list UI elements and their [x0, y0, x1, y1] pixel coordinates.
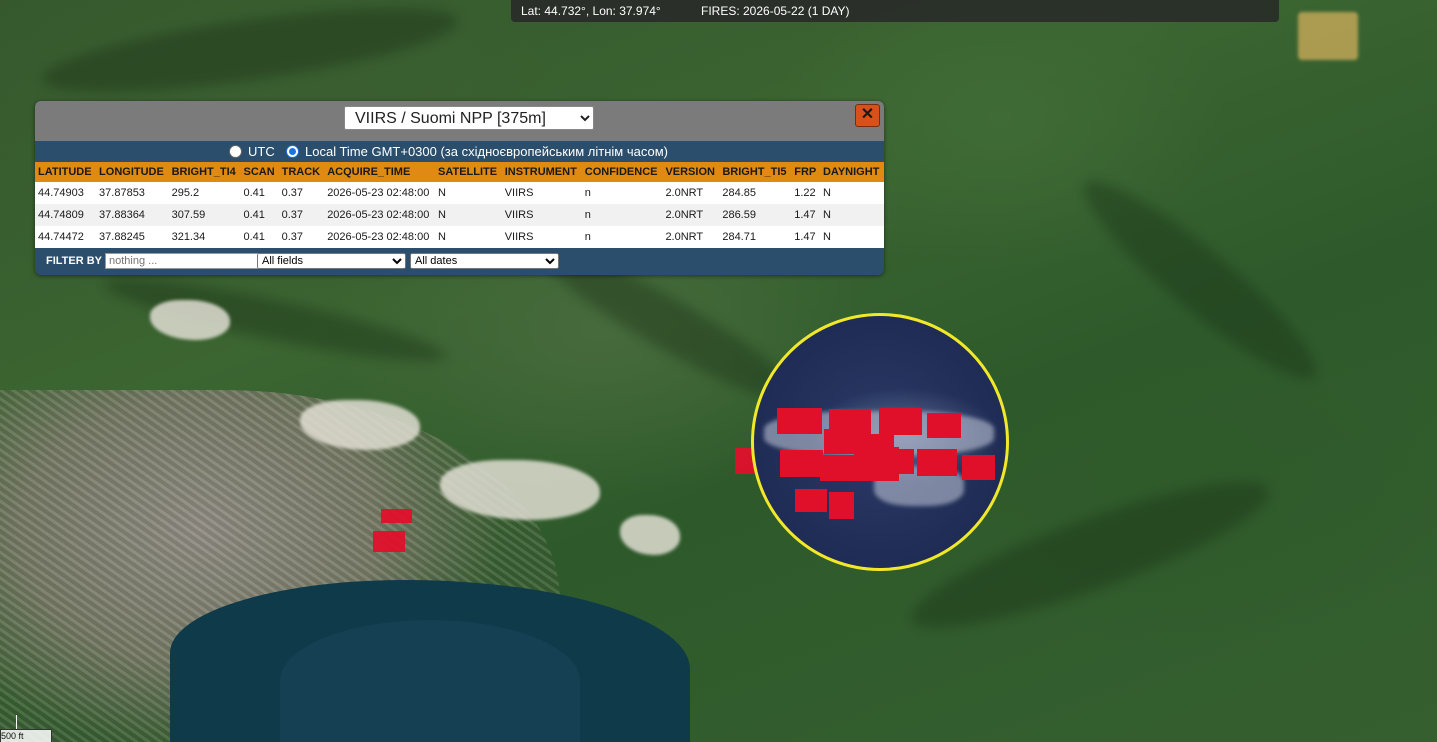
scale-tick	[16, 715, 17, 729]
column-header[interactable]: BRIGHT_TI5	[719, 162, 792, 182]
fire-detection[interactable]	[854, 447, 899, 481]
column-header[interactable]: ACQUIRE_TIME	[324, 162, 436, 182]
table-cell: 0.41	[240, 226, 279, 248]
fire-detection[interactable]	[894, 449, 914, 474]
table-row[interactable]: 44.74809 37.88364 307.59 0.41 0.37 2026-…	[35, 204, 884, 226]
magnifier-lens	[751, 313, 1009, 571]
column-header[interactable]: CONFIDENCE	[581, 162, 663, 182]
table-cell: 286.59	[719, 204, 792, 226]
table-cell: 44.74903	[35, 182, 97, 204]
table-cell: 307.59	[168, 204, 241, 226]
fire-detection[interactable]	[820, 455, 858, 481]
table-cell: N	[819, 226, 884, 248]
table-cell: n	[581, 182, 663, 204]
fire-detection[interactable]	[373, 531, 405, 552]
table-cell: N	[435, 204, 502, 226]
table-cell: VIIRS	[501, 204, 582, 226]
table-cell: 37.87853	[96, 182, 169, 204]
timezone-selector: UTC Local Time GMT+0300 (за східноєвропе…	[35, 142, 884, 162]
fire-info-panel: VIIRS / Suomi NPP [375m] ✕ UTC Local Tim…	[35, 101, 884, 275]
column-header[interactable]: SCAN	[240, 162, 279, 182]
quarry-area	[620, 515, 680, 555]
table-cell: N	[819, 182, 884, 204]
fires-date-label: FIRES: 2026-05-22 (1 DAY)	[701, 4, 850, 18]
table-cell: 44.74472	[35, 226, 97, 248]
table-cell: 2026-05-23 02:48:00	[324, 182, 436, 204]
table-cell: 2.0NRT	[662, 182, 720, 204]
panel-header: VIIRS / Suomi NPP [375m] ✕	[35, 101, 884, 141]
table-cell: 1.47	[791, 204, 820, 226]
column-header[interactable]: LATITUDE	[35, 162, 97, 182]
fire-detection[interactable]	[780, 450, 823, 477]
bay-water	[280, 620, 580, 742]
table-cell: N	[819, 204, 884, 226]
quarry-area	[150, 300, 230, 340]
fire-detection[interactable]	[829, 492, 854, 519]
fire-detection[interactable]	[917, 449, 957, 476]
quarry-area	[1298, 12, 1358, 60]
table-cell: 0.37	[278, 182, 325, 204]
table-cell: 37.88245	[96, 226, 169, 248]
table-cell: 37.88364	[96, 204, 169, 226]
table-cell: 295.2	[168, 182, 241, 204]
table-cell: 1.47	[791, 226, 820, 248]
column-header[interactable]: TRACK	[278, 162, 325, 182]
source-dropdown[interactable]: VIIRS / Suomi NPP [375m]	[344, 106, 594, 130]
table-cell: VIIRS	[501, 226, 582, 248]
table-cell: 284.71	[719, 226, 792, 248]
terrain-shadow	[37, 0, 463, 109]
table-cell: 0.41	[240, 204, 279, 226]
table-header-row: LATITUDE LONGITUDE BRIGHT_TI4 SCAN TRACK…	[35, 162, 884, 182]
terrain-shadow	[1065, 160, 1335, 400]
table-cell: 2.0NRT	[662, 204, 720, 226]
column-header[interactable]: INSTRUMENT	[501, 162, 582, 182]
scale-label: 500 ft	[1, 731, 24, 741]
field-filter-dropdown[interactable]: All fields	[257, 253, 406, 269]
fire-detection[interactable]	[879, 408, 922, 435]
table-cell: 0.37	[278, 204, 325, 226]
table-cell: 2026-05-23 02:48:00	[324, 226, 436, 248]
table-cell: 321.34	[168, 226, 241, 248]
filter-input[interactable]	[105, 253, 259, 269]
column-header[interactable]: FRP	[791, 162, 820, 182]
table-cell: 2.0NRT	[662, 226, 720, 248]
table-cell: 44.74809	[35, 204, 97, 226]
column-header[interactable]: VERSION	[662, 162, 720, 182]
fire-detection[interactable]	[795, 489, 827, 512]
table-cell: 2026-05-23 02:48:00	[324, 204, 436, 226]
date-filter-dropdown[interactable]: All dates	[410, 253, 559, 269]
filter-label: FILTER BY	[46, 255, 103, 267]
tz-utc-radio[interactable]	[229, 145, 242, 158]
coordinate-bar: Lat: 44.732°, Lon: 37.974° FIRES: 2026-0…	[511, 0, 1279, 22]
table-cell: VIIRS	[501, 182, 582, 204]
table-cell: N	[435, 226, 502, 248]
fire-detection[interactable]	[777, 408, 822, 434]
column-header[interactable]: LONGITUDE	[96, 162, 169, 182]
table-cell: n	[581, 204, 663, 226]
scale-bar: 500 ft	[0, 729, 52, 742]
table-cell: N	[435, 182, 502, 204]
close-button[interactable]: ✕	[855, 104, 880, 127]
table-cell: 0.37	[278, 226, 325, 248]
cursor-coordinates: Lat: 44.732°, Lon: 37.974°	[521, 4, 661, 18]
filter-bar: FILTER BY All fields All dates	[35, 249, 884, 275]
table-row[interactable]: 44.74472 37.88245 321.34 0.41 0.37 2026-…	[35, 226, 884, 248]
tz-utc-label: UTC	[248, 144, 275, 159]
table-cell: 0.41	[240, 182, 279, 204]
table-cell: 284.85	[719, 182, 792, 204]
table-cell: n	[581, 226, 663, 248]
column-header[interactable]: BRIGHT_TI4	[168, 162, 241, 182]
column-header[interactable]: DAYNIGHT	[819, 162, 884, 182]
tz-local-radio[interactable]	[286, 145, 299, 158]
table-cell: 1.22	[791, 182, 820, 204]
fire-detection[interactable]	[962, 455, 995, 480]
table-row[interactable]: 44.74903 37.87853 295.2 0.41 0.37 2026-0…	[35, 182, 884, 204]
fire-detection[interactable]	[381, 509, 412, 523]
fire-detection[interactable]	[927, 413, 961, 438]
tz-local-label: Local Time GMT+0300 (за східноєвропейськ…	[305, 144, 668, 159]
column-header[interactable]: SATELLITE	[435, 162, 502, 182]
fire-data-table: LATITUDE LONGITUDE BRIGHT_TI4 SCAN TRACK…	[35, 162, 884, 248]
